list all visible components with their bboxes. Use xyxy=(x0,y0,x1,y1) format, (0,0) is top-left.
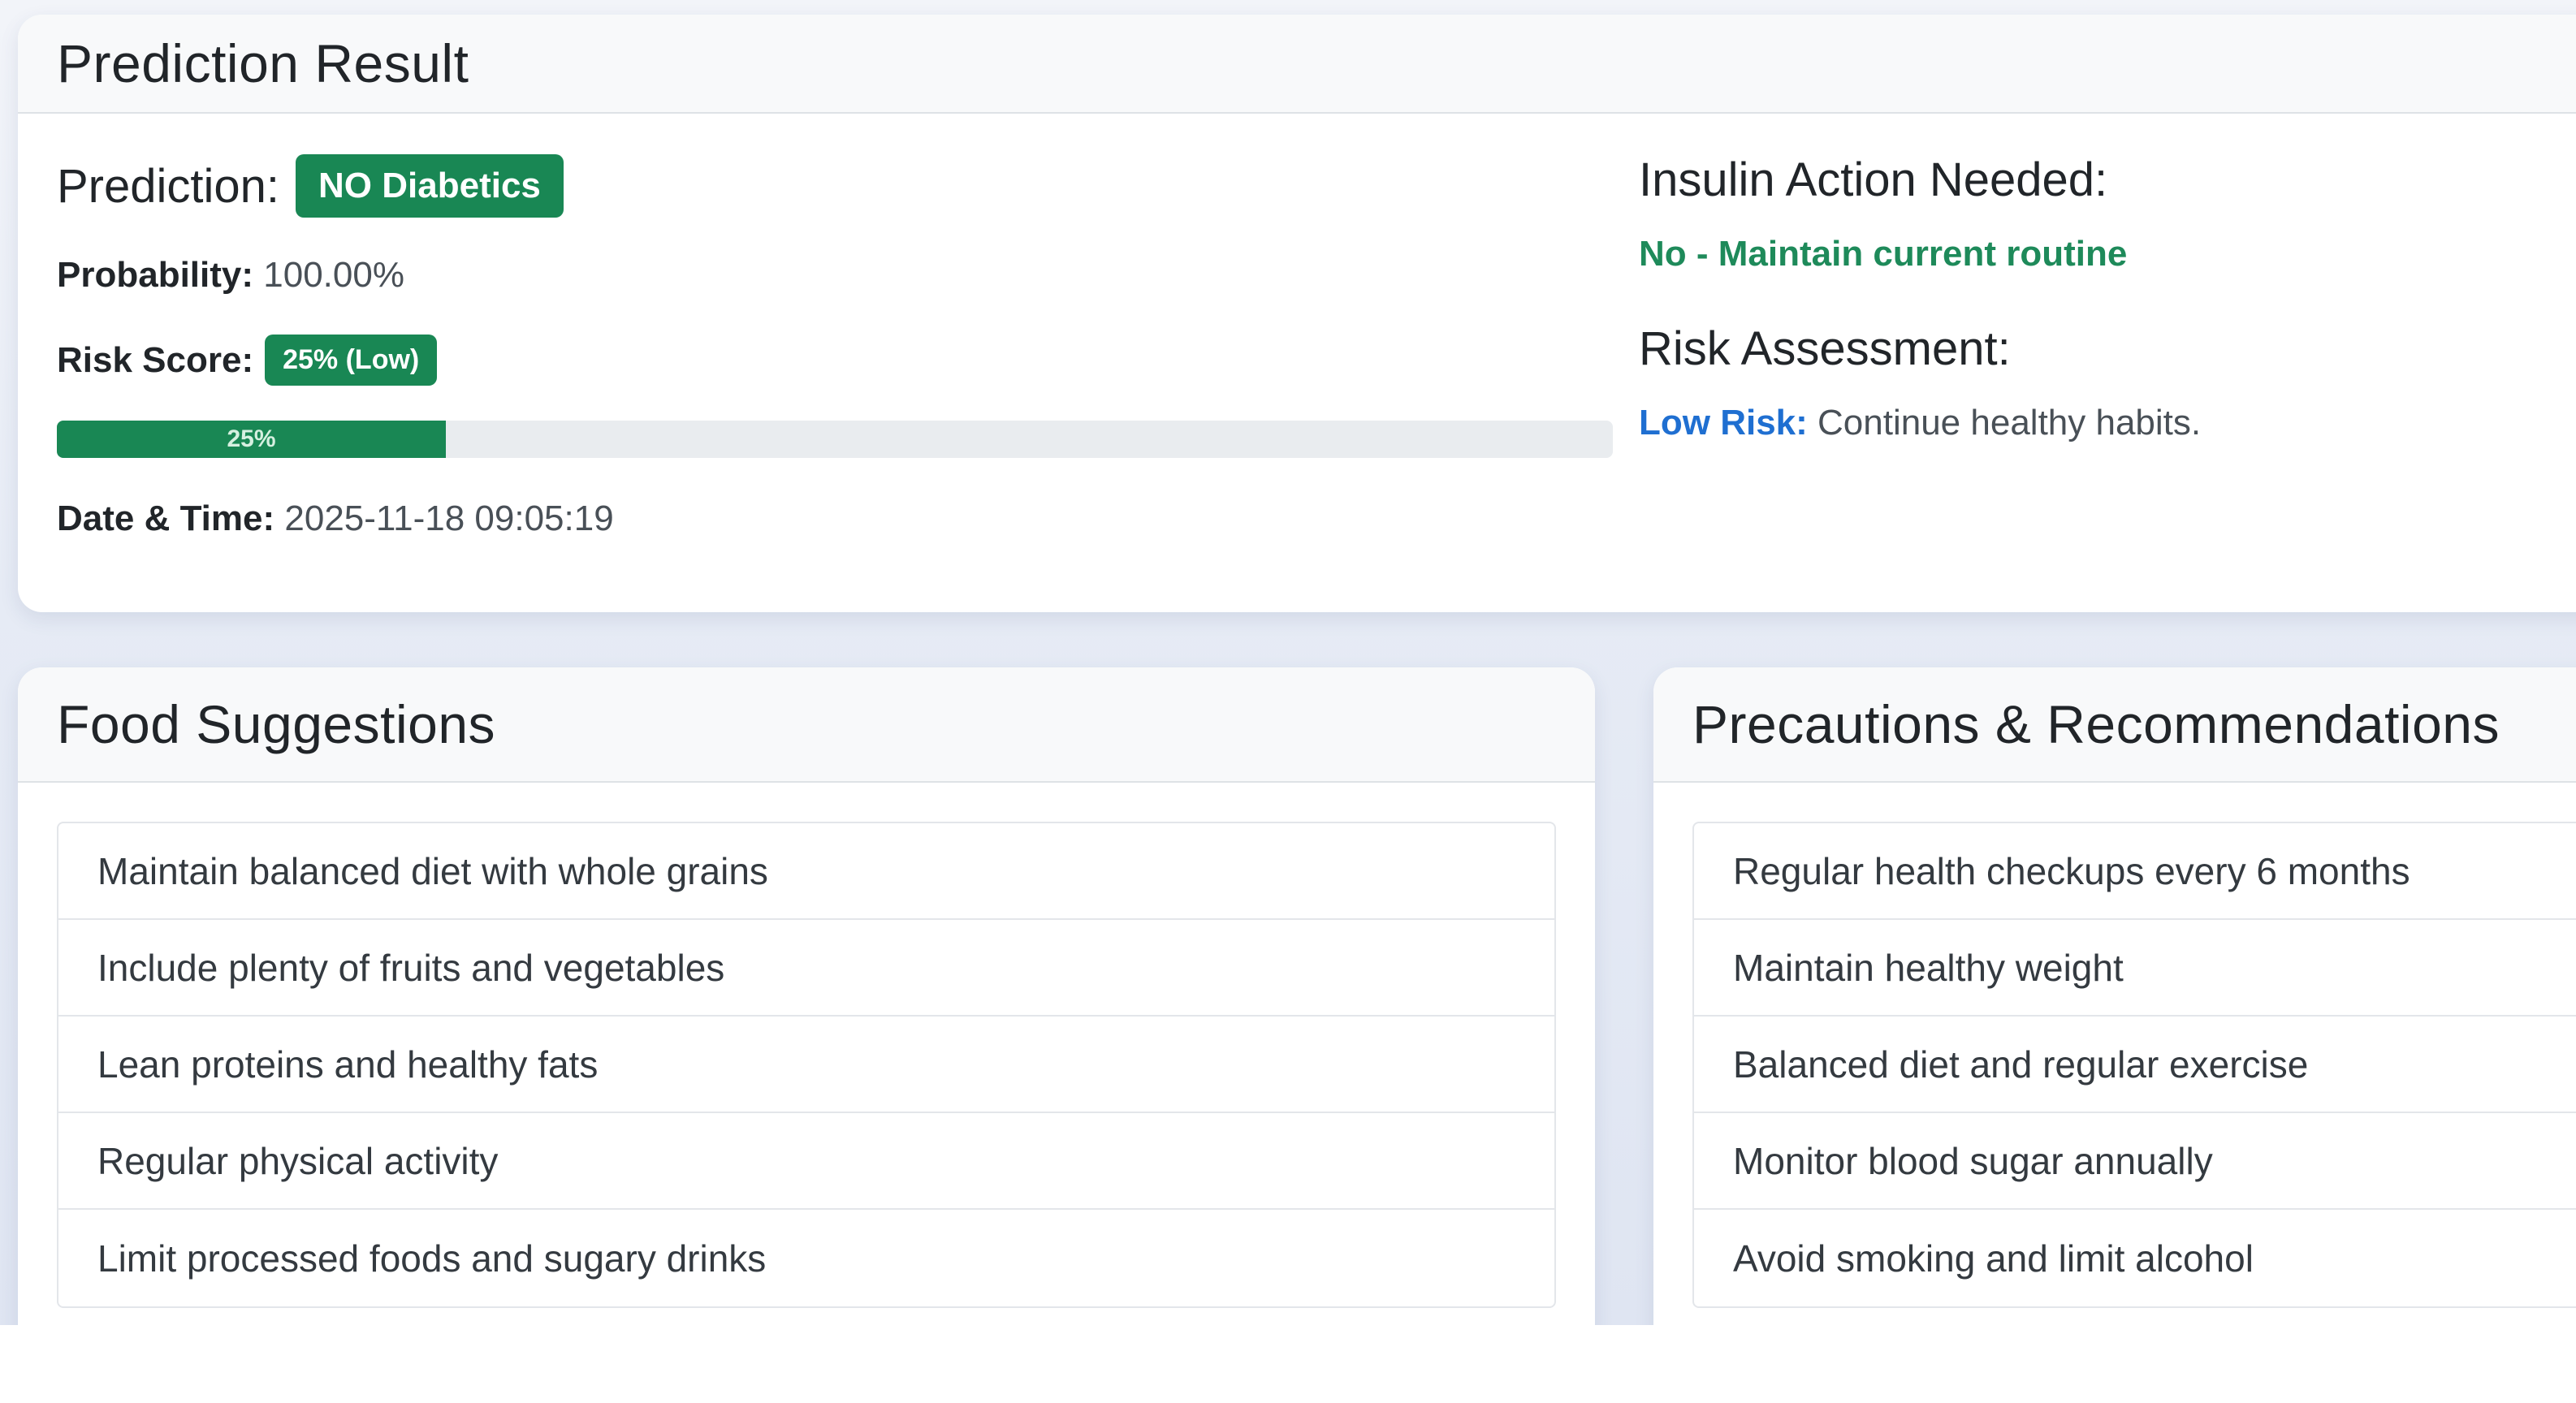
food-suggestions-card: Food Suggestions Maintain balanced diet … xyxy=(18,667,1595,1325)
prediction-result-header: Prediction Result xyxy=(18,15,2576,114)
risk-assessment-text: Low Risk: Continue healthy habits. xyxy=(1639,403,2201,443)
prediction-result-title: Prediction Result xyxy=(57,33,469,93)
precautions-card: Precautions & Recommendations Regular he… xyxy=(1653,667,2576,1325)
list-item: Maintain balanced diet with whole grains xyxy=(58,823,1554,920)
precautions-list: Regular health checkups every 6 months M… xyxy=(1692,822,2576,1308)
prediction-badge: NO Diabetics xyxy=(296,154,564,218)
risk-score-label: Risk Score: xyxy=(57,339,254,380)
list-item: Regular physical activity xyxy=(58,1113,1554,1210)
list-item: Avoid smoking and limit alcohol xyxy=(1733,1237,2254,1280)
datetime-value: 2025-11-18 09:05:19 xyxy=(284,499,614,538)
list-item: Regular health checkups every 6 months xyxy=(1694,823,2576,920)
risk-progress-bar: 25% xyxy=(57,421,1613,458)
datetime-row: Date & Time: 2025-11-18 09:05:19 xyxy=(57,499,614,539)
risk-progress-fill: 25% xyxy=(57,421,446,458)
list-item: Monitor blood sugar annually xyxy=(1694,1113,2576,1210)
prediction-result-card: Prediction Result Prediction: NO Diabeti… xyxy=(18,15,2576,612)
precautions-header: Precautions & Recommendations xyxy=(1653,667,2576,783)
probability-row: Probability: 100.00% xyxy=(57,255,404,296)
risk-assessment-heading: Risk Assessment: xyxy=(1639,322,2011,375)
datetime-label: Date & Time: xyxy=(57,499,275,538)
list-item: Lean proteins and healthy fats xyxy=(58,1017,1554,1113)
probability-value: 100.00% xyxy=(263,255,404,295)
probability-label: Probability: xyxy=(57,255,254,295)
risk-level: Low Risk: xyxy=(1639,403,1808,442)
insulin-heading: Insulin Action Needed: xyxy=(1639,153,2108,206)
food-suggestions-title: Food Suggestions xyxy=(57,694,496,754)
risk-score-row: Risk Score: 25% (Low) xyxy=(57,335,438,386)
prediction-label: Prediction: xyxy=(57,159,280,213)
list-item: Limit processed foods and sugary drinks xyxy=(97,1237,767,1280)
risk-advice: Continue healthy habits. xyxy=(1807,403,2202,442)
risk-score-badge: 25% (Low) xyxy=(265,335,438,386)
food-suggestions-list: Maintain balanced diet with whole grains… xyxy=(57,822,1556,1308)
list-item: Maintain healthy weight xyxy=(1694,920,2576,1017)
prediction-row: Prediction: NO Diabetics xyxy=(57,154,564,218)
page-background: Prediction Result Prediction: NO Diabeti… xyxy=(0,0,2576,1325)
list-item: Balanced diet and regular exercise xyxy=(1694,1017,2576,1113)
precautions-title: Precautions & Recommendations xyxy=(1692,694,2500,754)
food-suggestions-header: Food Suggestions xyxy=(18,667,1595,783)
list-item: Include plenty of fruits and vegetables xyxy=(58,920,1554,1017)
insulin-value: No - Maintain current routine xyxy=(1639,234,2128,274)
